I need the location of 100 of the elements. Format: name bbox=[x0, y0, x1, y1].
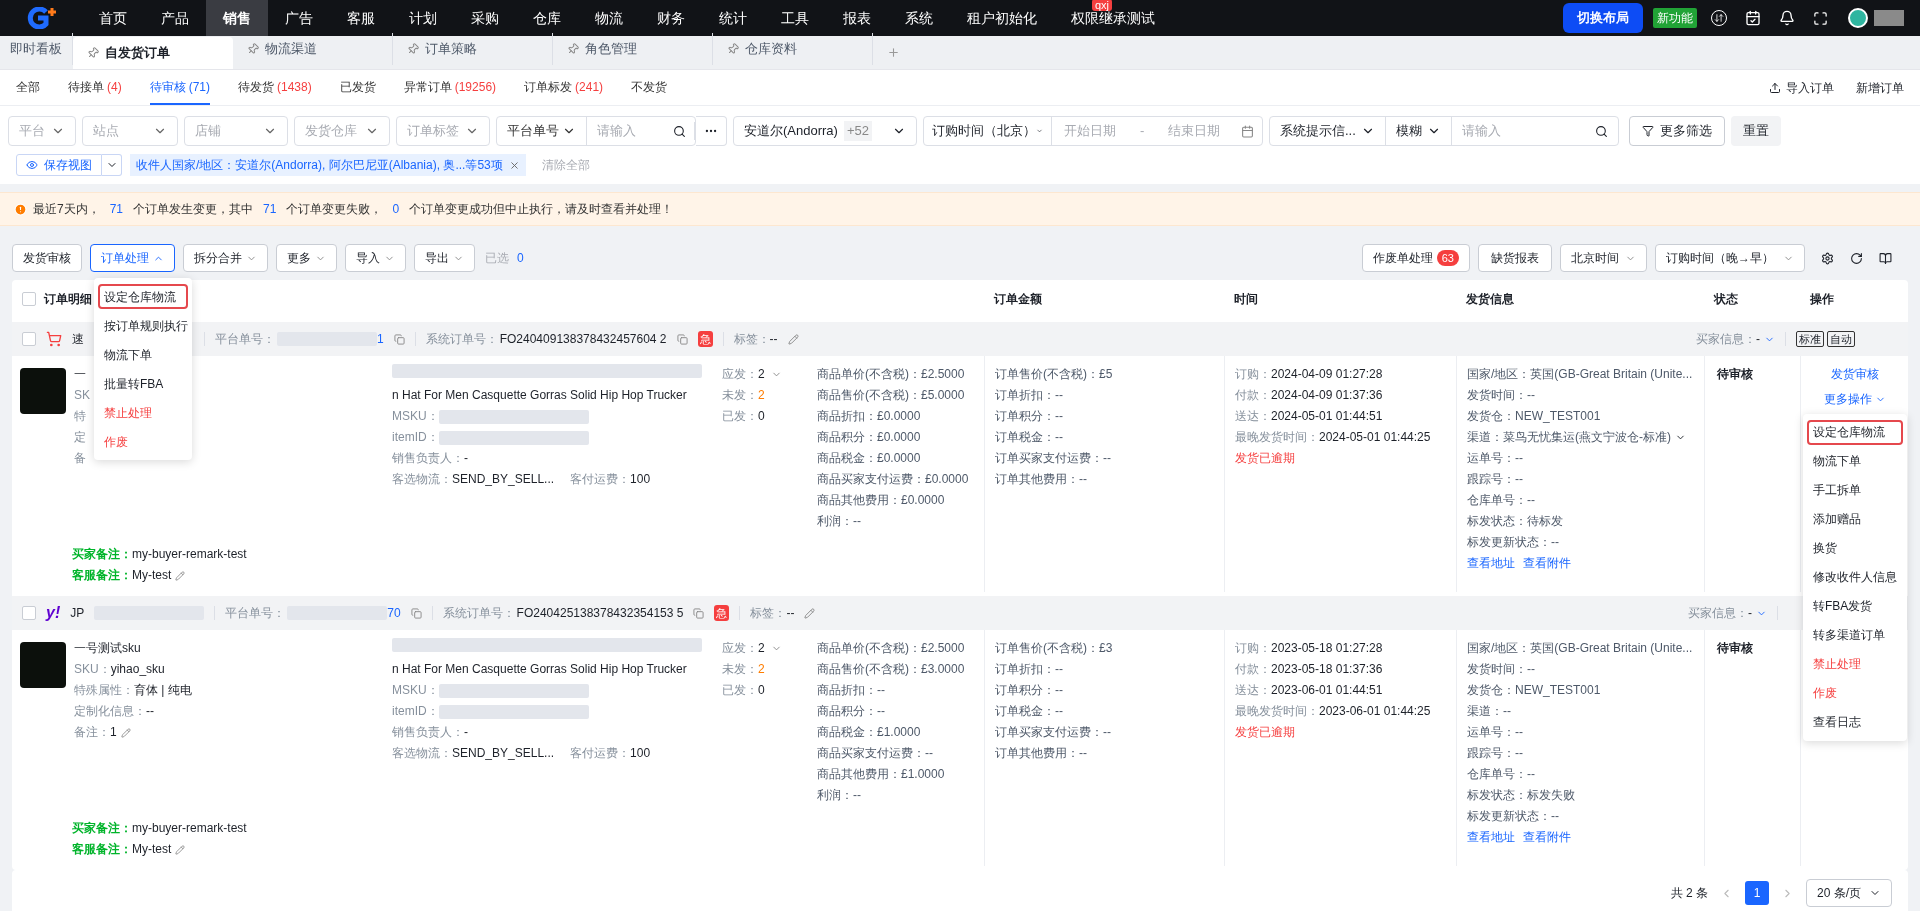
menu-item[interactable]: 物流下单 bbox=[98, 342, 188, 367]
search-type-label[interactable]: 平台单号 bbox=[507, 121, 559, 141]
page-tab[interactable]: 物流渠道 bbox=[233, 33, 393, 65]
copy-icon[interactable] bbox=[676, 333, 688, 345]
page-tab[interactable]: 角色管理 bbox=[553, 33, 713, 65]
nav-menu-item[interactable]: 租户初始化 bbox=[950, 0, 1054, 36]
menu-item[interactable]: 设定仓库物流 bbox=[1807, 420, 1903, 445]
nav-menu-item[interactable]: 采购 bbox=[454, 0, 516, 36]
more-filters-button[interactable]: 更多筛选 bbox=[1629, 116, 1725, 146]
link[interactable]: 查看附件 bbox=[1523, 827, 1571, 848]
timezone-select[interactable]: 北京时间 bbox=[1560, 244, 1647, 272]
country-select[interactable]: 安道尔(Andorra) +52 bbox=[733, 116, 917, 146]
menu-item[interactable]: 查看日志 bbox=[1807, 710, 1903, 735]
page-size-select[interactable]: 20 条/页 bbox=[1806, 879, 1892, 907]
menu-item[interactable]: 设定仓库物流 bbox=[98, 284, 188, 309]
close-icon[interactable] bbox=[508, 159, 520, 171]
menu-item[interactable]: 批量转FBA bbox=[98, 371, 188, 396]
copy-icon[interactable] bbox=[393, 333, 405, 345]
price-text: 利润：-- bbox=[817, 513, 862, 530]
nav-menu-item[interactable]: 权限继承测试 qxj bbox=[1054, 0, 1172, 36]
toolbar-button[interactable]: 发货审核 bbox=[12, 244, 82, 272]
menu-item[interactable]: 添加赠品 bbox=[1807, 507, 1903, 532]
page-tab[interactable]: 自发货订单 bbox=[73, 37, 233, 69]
toolbar-button[interactable]: 拆分合并 bbox=[183, 244, 268, 272]
menu-item[interactable]: 物流下单 bbox=[1807, 449, 1903, 474]
nav-menu-item[interactable]: 财务 bbox=[640, 0, 702, 36]
status-tab[interactable]: 待发货 (1438) bbox=[238, 70, 312, 105]
nav-menu-item[interactable]: 系统 bbox=[888, 0, 950, 36]
page-button[interactable]: 1 bbox=[1745, 881, 1769, 905]
nav-menu-item[interactable]: 广告 bbox=[268, 0, 330, 36]
checkbox[interactable] bbox=[22, 606, 36, 620]
nav-menu-item[interactable]: 仓库 bbox=[516, 0, 578, 36]
text-search-field[interactable]: 系统提示信... 模糊 请输入 bbox=[1269, 116, 1619, 146]
menu-item[interactable]: 作废 bbox=[98, 429, 188, 454]
calendar-check-icon[interactable] bbox=[1745, 10, 1761, 26]
bell-icon[interactable] bbox=[1779, 10, 1795, 26]
checkbox[interactable] bbox=[22, 332, 36, 346]
menu-item[interactable]: 转FBA发货 bbox=[1807, 594, 1903, 619]
import-orders-button[interactable]: 导入订单 bbox=[1769, 70, 1834, 105]
search-icon[interactable] bbox=[673, 124, 686, 138]
copy-icon[interactable] bbox=[693, 607, 705, 619]
new-order-button[interactable]: 新增订单 bbox=[1856, 70, 1904, 105]
status-tab[interactable]: 全部 bbox=[16, 70, 40, 105]
search-icon[interactable] bbox=[1595, 124, 1608, 138]
checkbox[interactable] bbox=[22, 292, 36, 306]
edit-icon[interactable] bbox=[787, 333, 799, 345]
toolbar-button[interactable]: 更多 bbox=[276, 244, 337, 272]
nav-menu-item[interactable]: 客服 bbox=[330, 0, 392, 36]
view-dropdown-button[interactable] bbox=[102, 154, 122, 176]
nav-menu-item[interactable]: 报表 bbox=[826, 0, 888, 36]
status-tab[interactable]: 已发货 bbox=[339, 70, 376, 105]
nav-menu-item[interactable]: 物流 bbox=[578, 0, 640, 36]
toolbar-button[interactable]: 导入 bbox=[345, 244, 406, 272]
edit-icon[interactable] bbox=[120, 727, 131, 738]
avatar-icon[interactable] bbox=[1848, 8, 1868, 28]
void-orders-button[interactable]: 作废单处理 63 bbox=[1361, 244, 1470, 272]
sort-select[interactable]: 订购时间（晚→早） bbox=[1655, 244, 1805, 272]
status-tab[interactable]: 不发货 bbox=[631, 70, 668, 105]
reset-button[interactable]: 重置 bbox=[1731, 116, 1781, 146]
add-tab-icon[interactable] bbox=[887, 46, 900, 59]
date-range-field[interactable]: 订购时间（北京） 开始日期 - 结束日期 bbox=[923, 116, 1263, 146]
save-view-button[interactable]: 保存视图 bbox=[16, 154, 102, 176]
link[interactable]: 查看地址 bbox=[1467, 553, 1515, 574]
link[interactable]: 查看附件 bbox=[1523, 553, 1571, 574]
menu-item[interactable]: 作废 bbox=[1807, 681, 1903, 706]
status-tab[interactable]: 待接单 (4) bbox=[68, 70, 122, 105]
refresh-icon[interactable] bbox=[1850, 251, 1863, 265]
more-actions-link[interactable]: 更多操作 bbox=[1823, 389, 1886, 410]
settings-icon[interactable] bbox=[1821, 251, 1834, 265]
status-tab[interactable]: 异常订单 (19256) bbox=[403, 70, 497, 105]
link[interactable]: 查看地址 bbox=[1467, 827, 1515, 848]
nav-menu-item[interactable]: 销售 bbox=[206, 0, 268, 36]
book-icon[interactable] bbox=[1879, 251, 1892, 265]
nav-menu-item[interactable]: 首页 bbox=[82, 0, 144, 36]
fullscreen-icon[interactable] bbox=[1813, 10, 1828, 26]
switch-layout-button[interactable]: 切换布局 bbox=[1563, 3, 1643, 33]
nav-menu-item[interactable]: 工具 bbox=[764, 0, 826, 36]
toolbar-button[interactable]: 导出 bbox=[414, 244, 475, 272]
edit-icon[interactable] bbox=[175, 570, 186, 581]
menu-item[interactable]: 手工拆单 bbox=[1807, 478, 1903, 503]
status-tab[interactable]: 订单标发 (241) bbox=[524, 70, 604, 105]
menu-item[interactable]: 按订单规则执行 bbox=[98, 313, 188, 338]
nav-menu-item[interactable]: 计划 bbox=[392, 0, 454, 36]
review-shipment-link[interactable]: 发货审核 bbox=[1830, 364, 1879, 385]
number-search-field[interactable]: 平台单号 请输入 bbox=[496, 116, 696, 146]
edit-icon[interactable] bbox=[175, 844, 186, 855]
page-tab[interactable]: 仓库资料 bbox=[713, 33, 873, 65]
menu-item[interactable]: 转多渠道订单 bbox=[1807, 623, 1903, 648]
nav-menu-item[interactable]: 统计 bbox=[702, 0, 764, 36]
stockout-report-button[interactable]: 缺货报表 bbox=[1478, 244, 1552, 272]
nav-menu-item[interactable]: 产品 bbox=[144, 0, 206, 36]
filter-chip[interactable]: 收件人国家/地区：安道尔(Andorra), 阿尔巴尼亚(Albania), 奥...等53项 bbox=[130, 154, 526, 176]
menu-item[interactable]: 禁止处理 bbox=[98, 400, 188, 425]
copy-icon[interactable] bbox=[410, 607, 422, 619]
toolbar-button[interactable]: 订单处理 bbox=[90, 244, 175, 272]
page-tab[interactable]: 订单策略 bbox=[393, 33, 553, 65]
edit-icon[interactable] bbox=[804, 607, 816, 619]
menu-item[interactable]: 换货 bbox=[1807, 536, 1903, 561]
menu-item[interactable]: 禁止处理 bbox=[1807, 652, 1903, 677]
menu-item[interactable]: 修改收件人信息 bbox=[1807, 565, 1903, 590]
